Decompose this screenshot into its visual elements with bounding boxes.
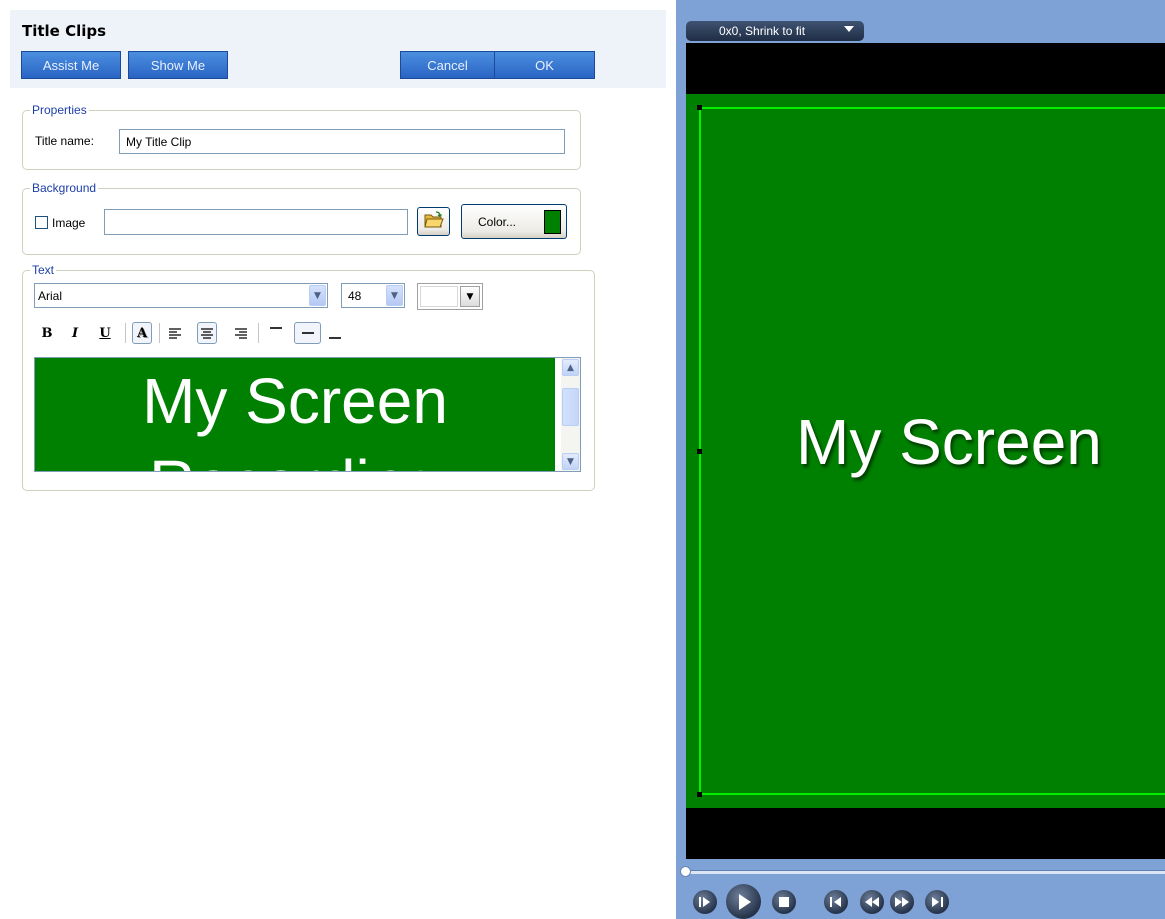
preview-pane: 0x0, Shrink to fit My Screen — [676, 0, 1165, 919]
chevron-down-icon — [844, 26, 854, 32]
seek-bar[interactable] — [676, 866, 1165, 877]
font-family-value: Arial — [38, 288, 63, 303]
seek-track[interactable] — [684, 870, 1165, 874]
scroll-down-icon[interactable]: ▼ — [562, 453, 579, 470]
underline-icon[interactable]: U — [95, 322, 115, 344]
seek-thumb[interactable] — [680, 866, 691, 877]
title-name-label: Title name: — [35, 134, 94, 148]
ok-button[interactable]: OK — [494, 51, 595, 79]
preview-title-text: My Screen — [796, 406, 1102, 478]
bold-icon[interactable]: B — [37, 322, 57, 344]
valign-middle-icon[interactable] — [294, 322, 321, 344]
browse-image-button[interactable] — [417, 207, 450, 236]
task-pane-header: Title Clips Assist Me Show Me Cancel OK — [10, 10, 666, 88]
background-color-button[interactable]: Color... — [461, 204, 567, 239]
font-size-select[interactable]: 48 ▼ — [341, 283, 405, 308]
resize-handle[interactable] — [697, 792, 702, 797]
assist-me-button[interactable]: Assist Me — [21, 51, 121, 79]
open-folder-icon — [423, 211, 444, 232]
image-checkbox[interactable] — [35, 216, 48, 229]
chevron-down-icon[interactable]: ▼ — [386, 285, 403, 306]
preview-canvas[interactable]: My Screen — [686, 94, 1165, 808]
chevron-down-icon[interactable]: ▼ — [309, 285, 326, 306]
align-center-icon[interactable] — [197, 322, 217, 344]
editor-scrollbar[interactable]: ▲ ▼ — [561, 358, 580, 471]
background-color-swatch — [544, 210, 561, 234]
show-me-button[interactable]: Show Me — [128, 51, 228, 79]
shadow-icon[interactable]: A — [132, 322, 152, 344]
font-color-picker[interactable]: ▼ — [417, 283, 483, 310]
resize-handle[interactable] — [697, 105, 702, 110]
preview-size-value: 0x0, Shrink to fit — [719, 24, 806, 38]
image-label: Image — [52, 216, 86, 230]
color-button-label: Color... — [478, 214, 517, 229]
toolbar-separator — [258, 323, 259, 343]
font-family-select[interactable]: Arial ▼ — [34, 283, 328, 308]
preview-size-dropdown[interactable]: 0x0, Shrink to fit — [686, 21, 864, 41]
title-text-editor[interactable]: My Screen Recording ▲ ▼ — [34, 357, 581, 472]
scroll-up-icon[interactable]: ▲ — [562, 359, 579, 376]
toolbar-separator — [159, 323, 160, 343]
title-clips-task-pane: Title Clips Assist Me Show Me Cancel OK … — [0, 0, 676, 919]
go-to-end-icon[interactable] — [925, 890, 949, 914]
align-right-icon[interactable] — [231, 322, 251, 344]
fast-forward-icon[interactable] — [890, 890, 914, 914]
valign-top-icon[interactable] — [266, 322, 286, 344]
valign-bottom-icon[interactable] — [325, 322, 345, 344]
go-to-start-icon[interactable] — [824, 890, 848, 914]
image-path-input[interactable] — [104, 209, 408, 235]
properties-legend: Properties — [30, 103, 89, 117]
rewind-icon[interactable] — [860, 890, 884, 914]
task-pane-title: Title Clips — [22, 22, 107, 40]
align-left-icon[interactable] — [165, 322, 185, 344]
font-color-swatch — [420, 286, 458, 307]
title-text-area[interactable]: My Screen Recording — [35, 358, 555, 471]
title-name-input[interactable]: My Title Clip — [119, 129, 565, 154]
preview-stage: My Screen — [686, 43, 1165, 859]
toolbar-separator — [125, 323, 126, 343]
cancel-button[interactable]: Cancel — [400, 51, 495, 79]
text-legend: Text — [30, 263, 57, 277]
resize-handle[interactable] — [697, 449, 702, 454]
play-icon[interactable] — [726, 884, 761, 919]
play-clip-icon[interactable] — [693, 890, 717, 914]
title-text-content: My Screen Recording — [142, 365, 448, 471]
stop-icon[interactable] — [772, 890, 796, 914]
background-legend: Background — [30, 181, 99, 195]
font-size-value: 48 — [348, 288, 362, 303]
italic-icon[interactable]: I — [65, 322, 85, 344]
chevron-down-icon[interactable]: ▼ — [460, 286, 480, 307]
scroll-thumb[interactable] — [562, 388, 579, 426]
